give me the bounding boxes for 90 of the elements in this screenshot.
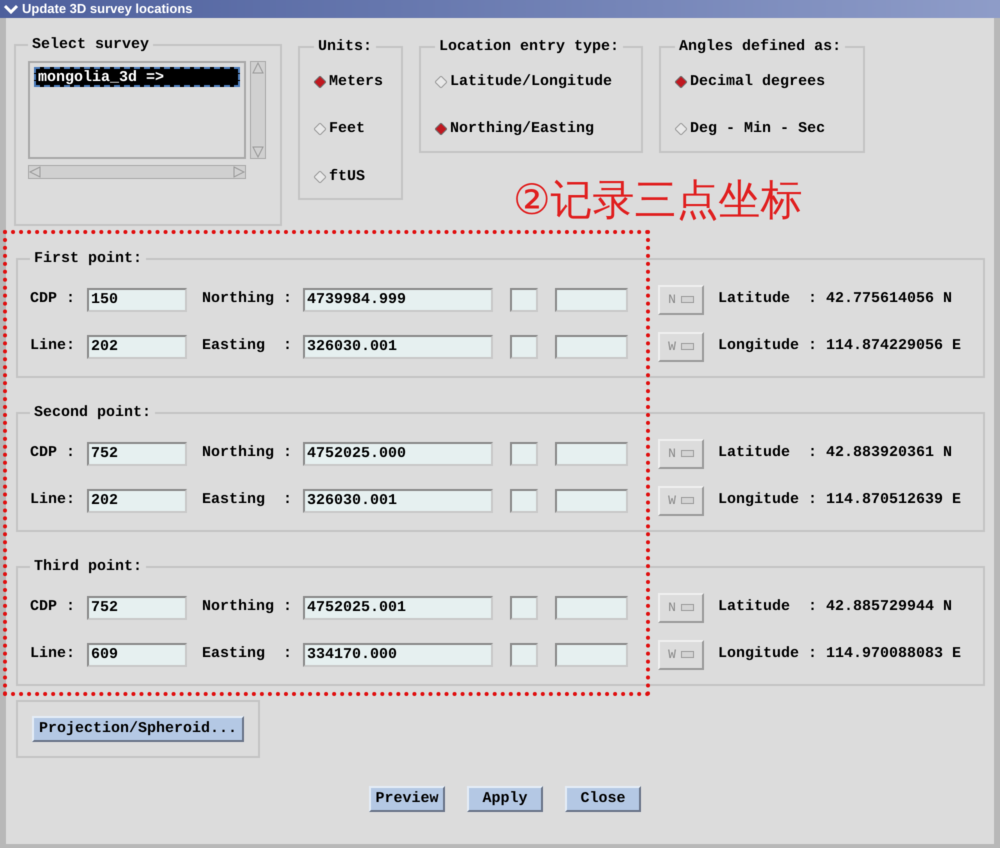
scroll-up-arrow-icon[interactable]	[252, 62, 264, 74]
text-field[interactable]	[555, 288, 628, 312]
radio-label[interactable]: Northing/Easting	[450, 118, 594, 140]
text-field[interactable]: 752	[87, 442, 187, 466]
field-label: Line:	[30, 336, 76, 356]
toggle-indicator-icon	[680, 343, 694, 350]
radio-unselected[interactable]	[314, 170, 326, 183]
text-field[interactable]: 609	[87, 642, 187, 666]
text-field[interactable]	[510, 334, 538, 358]
field-label: CDP :	[30, 443, 76, 464]
radio-label[interactable]: Meters	[329, 70, 384, 93]
result-value: 114.870512639 E	[826, 490, 962, 510]
group-title: Units:	[317, 37, 374, 57]
dialog-button[interactable]: Close	[565, 786, 641, 812]
dialog-button[interactable]: Preview	[369, 786, 445, 812]
field-label: Northing :	[202, 597, 294, 618]
group-title: Select survey	[31, 35, 150, 55]
text-field[interactable]: 4752025.001	[303, 596, 493, 620]
text-field[interactable]: 150	[87, 288, 187, 312]
result-label: Latitude :	[718, 443, 818, 464]
field-label: CDP :	[30, 597, 76, 618]
list-item[interactable]: mongolia_3d =>	[34, 66, 240, 86]
radio-unselected[interactable]	[314, 123, 326, 136]
toggle-indicator-icon	[680, 604, 694, 611]
text-field[interactable]: 326030.001	[303, 334, 493, 358]
result-label: Longitude :	[718, 336, 818, 356]
survey-list[interactable]: mongolia_3d =>	[28, 60, 246, 158]
text-field[interactable]: 334170.000	[303, 642, 493, 666]
group-title: Location entry type:	[438, 37, 620, 57]
toggle-indicator-icon	[680, 450, 694, 457]
scroll-down-arrow-icon[interactable]	[252, 146, 264, 158]
horizontal-scrollbar[interactable]	[28, 164, 246, 178]
radio-unselected[interactable]	[675, 123, 688, 136]
text-field[interactable]: 326030.001	[303, 488, 493, 512]
text-field[interactable]	[555, 596, 628, 620]
field-label: Line:	[30, 490, 76, 510]
text-field[interactable]	[555, 488, 628, 512]
radio-label[interactable]: Deg - Min - Sec	[690, 118, 826, 140]
radio-selected[interactable]	[435, 123, 448, 136]
vertical-scrollbar[interactable]	[250, 60, 266, 158]
field-label: CDP :	[30, 289, 76, 310]
radio-label[interactable]: Decimal degrees	[690, 70, 826, 93]
radio-label[interactable]: Feet	[329, 118, 366, 140]
field-label: Easting :	[202, 644, 294, 664]
result-label: Latitude :	[718, 597, 818, 618]
result-value: 42.775614056 N	[826, 289, 952, 310]
window-title: Update 3D survey locations	[22, 0, 192, 18]
result-label: Longitude :	[718, 644, 818, 664]
result-value: 42.883920361 N	[826, 443, 952, 464]
text-field[interactable]: 4752025.000	[303, 442, 493, 466]
text-field[interactable]: 202	[87, 334, 187, 358]
chevron-down-icon[interactable]	[4, 4, 18, 14]
text-field[interactable]	[510, 642, 538, 666]
text-field[interactable]	[555, 442, 628, 466]
result-label: Longitude :	[718, 490, 818, 510]
text-field[interactable]	[555, 642, 628, 666]
text-field[interactable]: 202	[87, 488, 187, 512]
radio-label[interactable]: Latitude/Longitude	[450, 70, 612, 93]
result-value: 114.874229056 E	[826, 336, 962, 356]
field-label: Northing :	[202, 289, 294, 310]
field-label: Easting :	[202, 336, 294, 356]
group-title: Angles defined as:	[678, 37, 842, 57]
toggle-indicator-icon	[680, 296, 694, 303]
field-label: Line:	[30, 644, 76, 664]
field-label: Easting :	[202, 490, 294, 510]
toggle-indicator-icon	[680, 497, 694, 504]
radio-unselected[interactable]	[435, 76, 448, 88]
radio-label[interactable]: ftUS	[329, 166, 366, 188]
annotation-text: ②记录三点坐标	[513, 174, 803, 226]
radio-selected[interactable]	[314, 76, 326, 88]
text-field[interactable]	[510, 596, 538, 620]
result-value: 114.970088083 E	[826, 644, 962, 664]
text-field[interactable]	[510, 488, 538, 512]
result-value: 42.885729944 N	[826, 597, 952, 618]
text-field[interactable]	[555, 334, 628, 358]
dialog-button[interactable]: Apply	[467, 786, 543, 812]
radio-selected[interactable]	[675, 76, 688, 88]
scroll-left-arrow-icon[interactable]	[29, 166, 41, 178]
text-field[interactable]	[510, 288, 538, 312]
text-field[interactable]: 752	[87, 596, 187, 620]
field-label: Northing :	[202, 443, 294, 464]
scroll-right-arrow-icon[interactable]	[233, 166, 245, 178]
toggle-indicator-icon	[680, 651, 694, 658]
projection-button[interactable]: Projection/Spheroid...	[32, 716, 244, 742]
group-title: Second point:	[33, 403, 152, 423]
result-label: Latitude :	[718, 289, 818, 310]
group-title: First point:	[33, 249, 144, 269]
group-title: Third point:	[33, 557, 144, 577]
text-field[interactable]: 4739984.999	[303, 288, 493, 312]
text-field[interactable]	[510, 442, 538, 466]
